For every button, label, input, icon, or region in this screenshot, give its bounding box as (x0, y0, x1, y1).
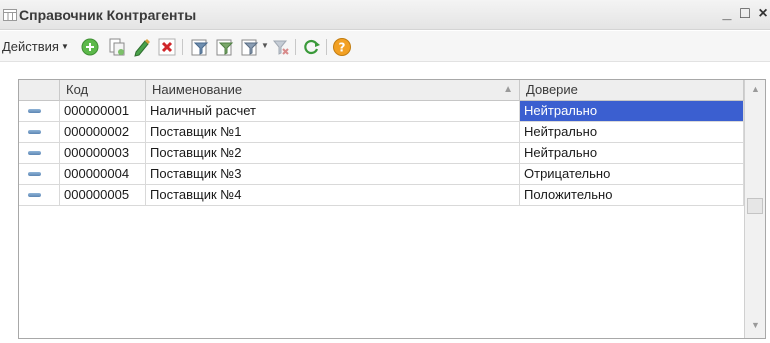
table-row[interactable]: 000000001 Наличный расчет Нейтрально (19, 101, 744, 122)
directory-window: Справочник Контрагенты _ □ × Действия▼ (0, 0, 770, 343)
chevron-down-icon: ▼ (60, 42, 69, 51)
toolbar: Действия ▼ ▼ ? (0, 31, 770, 62)
row-marker-cell (19, 185, 60, 205)
code-cell[interactable]: 000000005 (60, 185, 146, 205)
code-cell[interactable]: 000000003 (60, 143, 146, 163)
code-cell[interactable]: 000000001 (60, 101, 146, 121)
svg-text:?: ? (339, 41, 346, 55)
trust-cell[interactable]: Нейтрально (520, 101, 744, 121)
name-cell[interactable]: Поставщик №4 (146, 185, 520, 205)
name-cell[interactable]: Наличный расчет (146, 101, 520, 121)
item-icon (28, 172, 41, 176)
clear-filter-icon[interactable] (271, 37, 291, 57)
trust-cell[interactable]: Нейтрально (520, 122, 744, 142)
toolbar-separator (182, 39, 183, 55)
table-row[interactable]: 000000003 Поставщик №2 Нейтрально (19, 143, 744, 164)
help-icon[interactable]: ? (332, 37, 352, 57)
vertical-scrollbar[interactable]: ▲ ▼ (744, 80, 765, 338)
toolbar-separator (326, 39, 327, 55)
row-marker-cell (19, 122, 60, 142)
name-cell[interactable]: Поставщик №1 (146, 122, 520, 142)
maximize-button[interactable]: □ (736, 4, 754, 24)
refresh-icon[interactable] (302, 37, 322, 57)
table-row[interactable]: 000000005 Поставщик №4 Положительно (19, 185, 744, 206)
trust-cell[interactable]: Положительно (520, 185, 744, 205)
window-title: Справочник Контрагенты (19, 7, 197, 23)
column-header-name-label: Наименование (152, 82, 243, 97)
title-bar[interactable]: Справочник Контрагенты _ □ × (0, 0, 770, 30)
add-icon[interactable] (80, 37, 100, 57)
counterparties-table: Код Наименование ▲ Доверие 000000001 Нал… (18, 79, 766, 339)
toolbar-separator (295, 39, 296, 55)
name-cell[interactable]: Поставщик №2 (146, 143, 520, 163)
item-icon (28, 130, 41, 134)
trust-cell[interactable]: Нейтрально (520, 143, 744, 163)
row-marker-cell (19, 143, 60, 163)
table-header: Код Наименование ▲ Доверие (19, 80, 765, 101)
actions-menu-label: Действия (2, 39, 59, 54)
filter-by-value-icon[interactable] (215, 37, 235, 57)
close-button[interactable]: × (754, 4, 770, 24)
table-row[interactable]: 000000002 Поставщик №1 Нейтрально (19, 122, 744, 143)
table-row[interactable]: 000000004 Поставщик №3 Отрицательно (19, 164, 744, 185)
actions-menu-button[interactable]: Действия ▼ (2, 39, 69, 54)
sort-ascending-icon: ▲ (503, 84, 513, 95)
column-header-trust[interactable]: Доверие (520, 80, 744, 101)
filter-history-icon[interactable] (240, 37, 260, 57)
filter-icon[interactable] (190, 37, 210, 57)
name-cell[interactable]: Поставщик №3 (146, 164, 520, 184)
row-marker-cell (19, 164, 60, 184)
table-icon (3, 9, 17, 21)
minimize-button[interactable]: _ (718, 4, 736, 24)
scroll-thumb[interactable] (747, 198, 763, 214)
item-icon (28, 193, 41, 197)
row-marker-cell (19, 101, 60, 121)
trust-cell[interactable]: Отрицательно (520, 164, 744, 184)
code-cell[interactable]: 000000004 (60, 164, 146, 184)
item-icon (28, 151, 41, 155)
delete-icon[interactable] (157, 37, 177, 57)
scroll-up-icon[interactable]: ▲ (751, 84, 760, 94)
column-header-name[interactable]: Наименование ▲ (146, 80, 520, 101)
filter-history-dropdown-icon[interactable]: ▼ (261, 41, 269, 50)
code-cell[interactable]: 000000002 (60, 122, 146, 142)
scroll-down-icon[interactable]: ▼ (751, 320, 760, 330)
item-icon (28, 109, 41, 113)
column-header-marker[interactable] (19, 80, 60, 101)
edit-icon[interactable] (132, 37, 152, 57)
column-header-code[interactable]: Код (60, 80, 146, 101)
copy-icon[interactable] (107, 37, 127, 57)
